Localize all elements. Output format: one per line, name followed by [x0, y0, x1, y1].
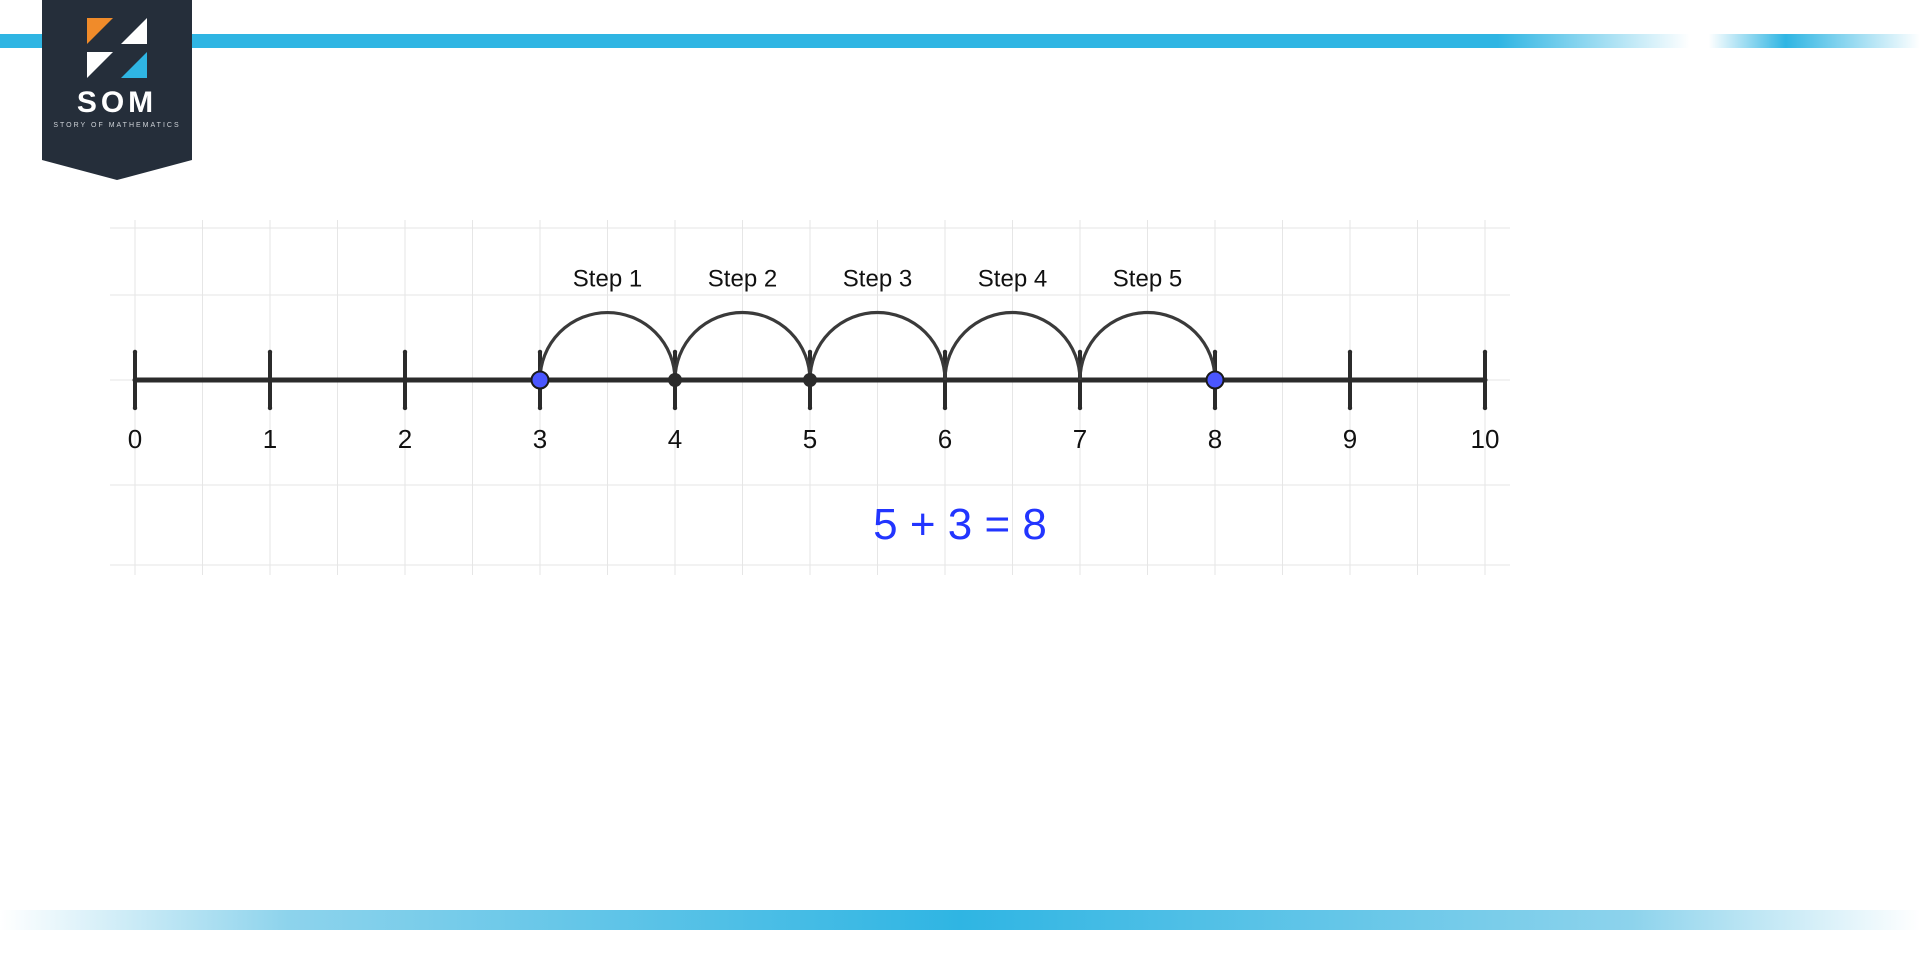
- svg-text:5: 5: [803, 424, 817, 454]
- svg-text:Step 1: Step 1: [573, 266, 642, 293]
- svg-text:0: 0: [128, 424, 142, 454]
- svg-text:Step 3: Step 3: [843, 266, 912, 293]
- svg-text:Step 4: Step 4: [978, 266, 1047, 293]
- svg-text:Step 5: Step 5: [1113, 266, 1182, 293]
- top-accent-bar: [0, 34, 1920, 48]
- svg-text:1: 1: [263, 424, 277, 454]
- equation-text: 5 + 3 = 8: [0, 500, 1920, 550]
- brand-tagline: STORY OF MATHEMATICS: [53, 122, 180, 129]
- bottom-accent-bar: [0, 910, 1920, 930]
- svg-text:9: 9: [1343, 424, 1357, 454]
- brand-short: SOM: [77, 88, 157, 118]
- svg-text:3: 3: [533, 424, 547, 454]
- svg-text:8: 8: [1208, 424, 1222, 454]
- svg-text:2: 2: [398, 424, 412, 454]
- svg-text:6: 6: [938, 424, 952, 454]
- svg-text:Step 2: Step 2: [708, 266, 777, 293]
- svg-text:7: 7: [1073, 424, 1087, 454]
- svg-text:10: 10: [1471, 424, 1500, 454]
- logo-mark-icon: [87, 18, 147, 78]
- svg-text:4: 4: [668, 424, 682, 454]
- brand-shield: SOM STORY OF MATHEMATICS: [42, 0, 192, 160]
